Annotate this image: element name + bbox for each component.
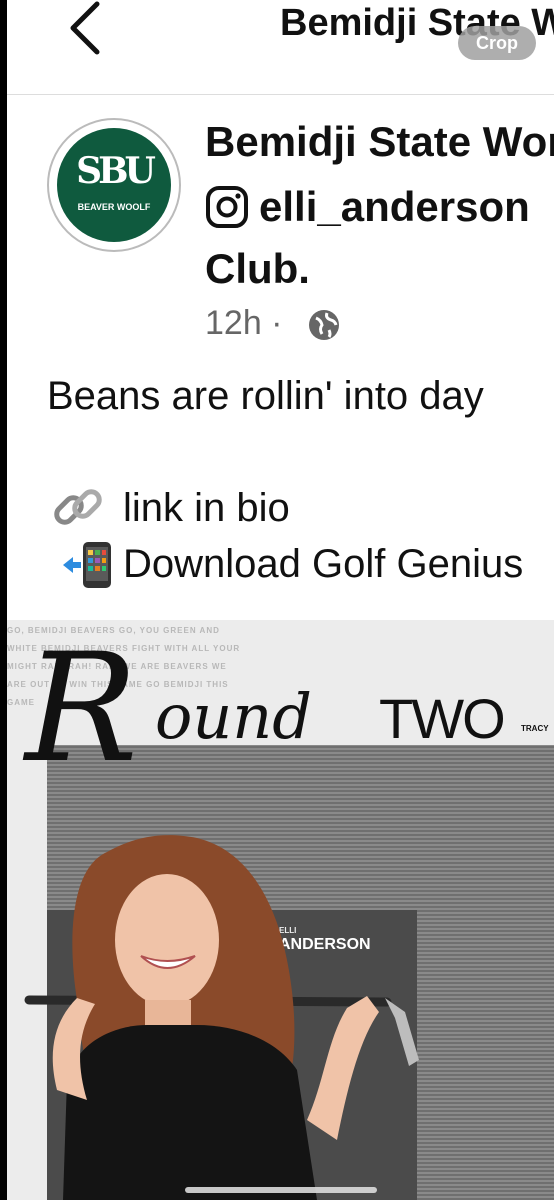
post-body-line: Beans are rollin' into day [47,374,484,418]
link-emoji [54,489,102,525]
chevron-left-icon[interactable] [65,0,105,56]
player-photo [24,835,419,1200]
logo-monogram: SBU [76,150,156,192]
mobile-phone-arrow-emoji [63,542,111,588]
logo-subtext: BEAVER WOOLF [77,202,151,212]
post-author-continued: Club. [205,245,310,292]
post-author[interactable]: Bemidji State Women's Golf [205,118,554,166]
top-nav: Bemidji State Women's Golf Crop [7,0,554,95]
post-time: 12h · [205,304,283,342]
post-meta: 12h · [205,304,339,343]
tagged-handle[interactable]: elli_anderson [259,183,530,231]
app-screen: Bemidji State Women's Golf Crop SBU BEAV… [7,0,554,1200]
download-golf-genius-text: Download Golf Genius [123,542,524,586]
post-image[interactable]: GO, BEMIDJI BEAVERS GO, YOU GREEN AND WH… [7,620,554,1200]
team-logo: SBU BEAVER WOOLF [57,128,171,242]
avatar[interactable]: SBU BEAVER WOOLF [47,118,181,252]
link-in-bio-text: link in bio [123,486,290,530]
crop-button[interactable]: Crop [458,26,536,60]
globe-icon [309,310,339,340]
instagram-icon [206,186,248,228]
home-indicator [185,1187,377,1193]
